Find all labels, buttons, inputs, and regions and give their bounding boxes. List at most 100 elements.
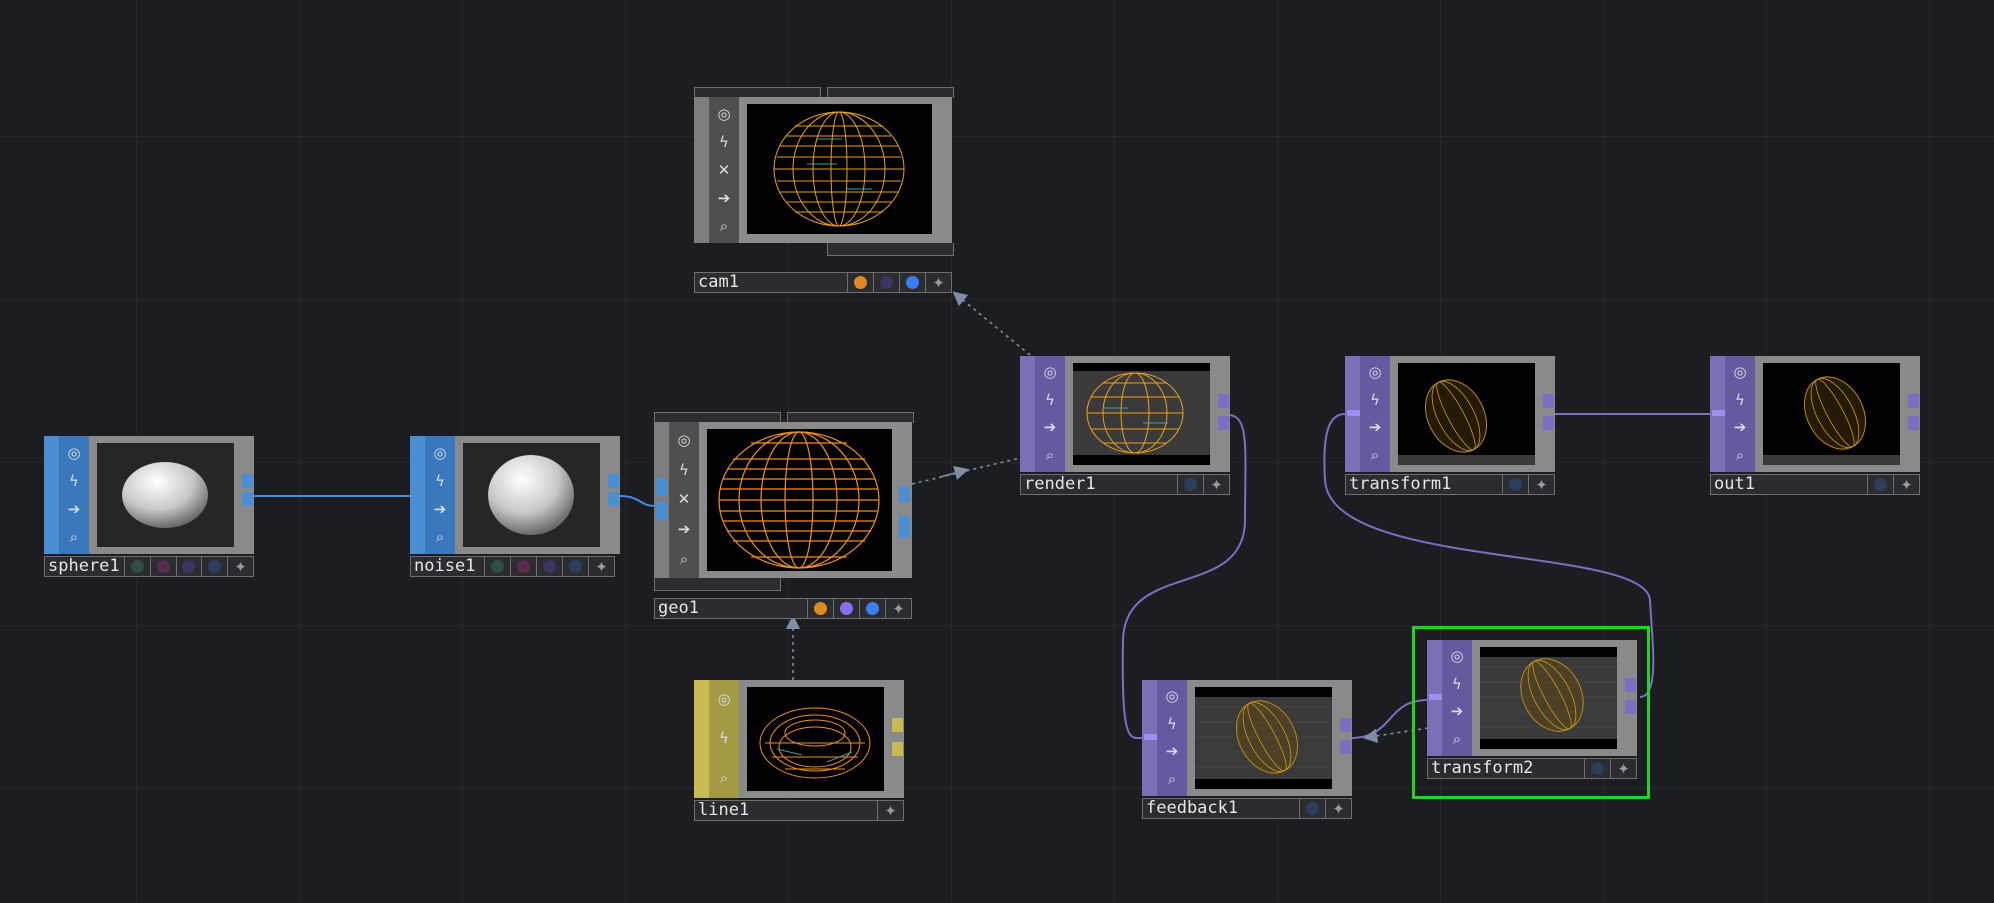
display-icon[interactable]: ➔ — [63, 498, 85, 520]
node-label[interactable]: line1 — [694, 800, 878, 821]
display-icon[interactable]: ➔ — [1446, 701, 1468, 723]
node-label[interactable]: out1 — [1710, 474, 1868, 495]
bypass-icon[interactable]: ϟ — [429, 470, 451, 492]
add-icon[interactable]: ✦ — [1326, 798, 1352, 819]
wire-noise1-geo1[interactable] — [619, 495, 656, 507]
bypass-icon[interactable]: ϟ — [673, 459, 695, 481]
add-icon[interactable]: ✦ — [878, 800, 904, 821]
display-icon[interactable]: ➔ — [1729, 417, 1751, 439]
display-icon[interactable]: ➔ — [1161, 741, 1183, 763]
network-canvas[interactable]: ◎ ϟ ✕ ➔ ⌕ cam1 ✦ ◎ ϟ ➔ ⌕ sphere1 ✦ ◎ ϟ ➔… — [0, 0, 1994, 903]
node-label[interactable]: feedback1 — [1142, 798, 1300, 819]
flag-icon[interactable] — [1300, 798, 1326, 819]
cam1-body[interactable]: ◎ ϟ ✕ ➔ ⌕ — [694, 97, 952, 243]
bypass-icon[interactable]: ϟ — [713, 131, 735, 153]
viewer-icon[interactable]: ◎ — [1446, 646, 1468, 668]
flag-blue-icon[interactable] — [860, 598, 886, 619]
lock-icon[interactable]: ⌕ — [63, 526, 85, 548]
node-label[interactable]: render1 — [1020, 474, 1178, 495]
bypass-icon[interactable]: ϟ — [1161, 713, 1183, 735]
viewer-icon[interactable]: ◎ — [1161, 686, 1183, 708]
bypass-icon[interactable]: ϟ — [1729, 389, 1751, 411]
add-icon[interactable]: ✦ — [228, 556, 254, 577]
flag-icon[interactable] — [511, 556, 537, 577]
wire-cam1-render1[interactable] — [952, 291, 1031, 356]
node-label[interactable]: noise1 — [410, 556, 485, 577]
lock-icon[interactable]: ⌕ — [1446, 728, 1468, 750]
cam1-preview — [747, 104, 932, 234]
viewer-icon[interactable]: ◎ — [1039, 362, 1061, 384]
display-icon[interactable]: ➔ — [429, 498, 451, 520]
lock-icon[interactable]: ⌕ — [1729, 444, 1751, 466]
bypass-icon[interactable]: ϟ — [713, 728, 735, 750]
feedback1-body[interactable]: ◎ ϟ ➔ ⌕ — [1142, 680, 1352, 796]
display-icon[interactable]: ➔ — [1039, 417, 1061, 439]
add-icon[interactable]: ✦ — [1529, 474, 1555, 495]
out1-body[interactable]: ◎ ϟ ➔ ⌕ — [1710, 356, 1920, 472]
node-label[interactable]: transform2 — [1427, 758, 1585, 779]
flag-icon[interactable] — [1503, 474, 1529, 495]
lock-icon[interactable]: ⌕ — [673, 548, 695, 570]
viewer-icon[interactable]: ◎ — [429, 442, 451, 464]
flag-icon[interactable] — [125, 556, 151, 577]
transform1-body[interactable]: ◎ ϟ ➔ ⌕ — [1345, 356, 1555, 472]
node-label[interactable]: cam1 — [694, 272, 848, 293]
transform2-label-bar: transform2 ✦ — [1427, 758, 1637, 779]
flag-blue-icon[interactable] — [900, 272, 926, 293]
lock-icon[interactable]: ⌕ — [713, 767, 735, 789]
flag-icon[interactable] — [202, 556, 229, 577]
flag-icon[interactable] — [563, 556, 589, 577]
bypass-icon[interactable]: ϟ — [63, 470, 85, 492]
display-icon[interactable]: ➔ — [713, 187, 735, 209]
viewer-icon[interactable]: ◎ — [673, 430, 695, 452]
add-icon[interactable]: ✦ — [1204, 474, 1230, 495]
add-icon[interactable]: ✦ — [1611, 758, 1637, 779]
render1-body[interactable]: ◎ ϟ ➔ ⌕ — [1020, 356, 1230, 472]
viewer-icon[interactable]: ◎ — [63, 442, 85, 464]
flag-orange-icon[interactable] — [848, 272, 874, 293]
transform2-body[interactable]: ◎ ϟ ➔ ⌕ — [1427, 640, 1637, 756]
flag-purple-icon[interactable] — [834, 598, 860, 619]
lock-icon[interactable]: ⌕ — [1364, 444, 1386, 466]
node-label[interactable]: sphere1 — [44, 556, 125, 577]
display-icon[interactable]: ➔ — [673, 519, 695, 541]
viewer-icon[interactable]: ◎ — [713, 689, 735, 711]
lock-icon[interactable]: ⌕ — [429, 526, 451, 548]
render1-label-bar: render1 ✦ — [1020, 474, 1230, 495]
viewer-icon[interactable]: ◎ — [1729, 362, 1751, 384]
feedback1-preview — [1195, 687, 1332, 789]
sphere1-body[interactable]: ◎ ϟ ➔ ⌕ — [44, 436, 254, 554]
arrow-geo1-render1 — [939, 465, 969, 480]
flag-icon[interactable] — [1868, 474, 1894, 495]
flag-icon[interactable] — [150, 556, 177, 577]
node-label[interactable]: geo1 — [654, 598, 808, 619]
lock-icon[interactable]: ⌕ — [1039, 444, 1061, 466]
lock-icon[interactable]: ⌕ — [713, 215, 735, 237]
flag-purple-icon[interactable] — [874, 272, 900, 293]
add-icon[interactable]: ✦ — [886, 598, 912, 619]
node-label[interactable]: transform1 — [1345, 474, 1503, 495]
noise1-preview — [463, 443, 600, 547]
add-icon[interactable]: ✦ — [1894, 474, 1920, 495]
viewer-icon[interactable]: ◎ — [713, 103, 735, 125]
flag-orange-icon[interactable] — [808, 598, 834, 619]
bypass-icon[interactable]: ϟ — [1446, 673, 1468, 695]
wire-geo1-render1[interactable] — [911, 457, 1021, 485]
line1-body[interactable]: ◎ ϟ ⌕ — [694, 680, 904, 798]
close-icon[interactable]: ✕ — [713, 159, 735, 181]
close-icon[interactable]: ✕ — [673, 489, 695, 511]
lock-icon[interactable]: ⌕ — [1161, 768, 1183, 790]
viewer-icon[interactable]: ◎ — [1364, 362, 1386, 384]
bypass-icon[interactable]: ϟ — [1364, 389, 1386, 411]
flag-icon[interactable] — [537, 556, 563, 577]
noise1-body[interactable]: ◎ ϟ ➔ ⌕ — [410, 436, 620, 554]
add-icon[interactable]: ✦ — [589, 556, 615, 577]
flag-icon[interactable] — [1178, 474, 1204, 495]
geo1-body[interactable]: ◎ ϟ ✕ ➔ ⌕ — [654, 422, 912, 578]
flag-icon[interactable] — [1585, 758, 1611, 779]
flag-icon[interactable] — [485, 556, 511, 577]
add-icon[interactable]: ✦ — [926, 272, 952, 293]
bypass-icon[interactable]: ϟ — [1039, 389, 1061, 411]
flag-icon[interactable] — [176, 556, 203, 577]
display-icon[interactable]: ➔ — [1364, 417, 1386, 439]
